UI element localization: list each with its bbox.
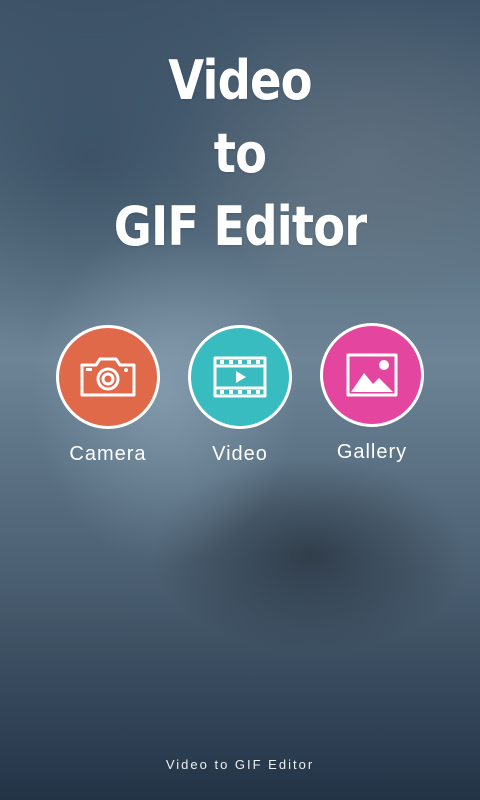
camera-icon <box>80 357 136 397</box>
video-button[interactable]: Video <box>180 325 300 466</box>
footer-caption: Video to GIF Editor <box>165 757 315 772</box>
camera-button[interactable]: Camera <box>48 325 168 466</box>
gallery-label: Gallery <box>336 441 408 463</box>
image-gallery-icon <box>346 353 398 397</box>
video-film-icon <box>213 356 267 398</box>
video-circle[interactable] <box>188 325 292 429</box>
home-screen: Video to GIF Editor Camera Video Gallery… <box>0 0 480 800</box>
gallery-button[interactable]: Gallery <box>312 323 432 464</box>
gallery-circle[interactable] <box>320 323 424 427</box>
camera-circle[interactable] <box>56 325 160 429</box>
camera-label: Camera <box>69 443 147 465</box>
video-label: Video <box>212 443 268 465</box>
action-buttons: Camera Video Gallery <box>0 0 480 800</box>
